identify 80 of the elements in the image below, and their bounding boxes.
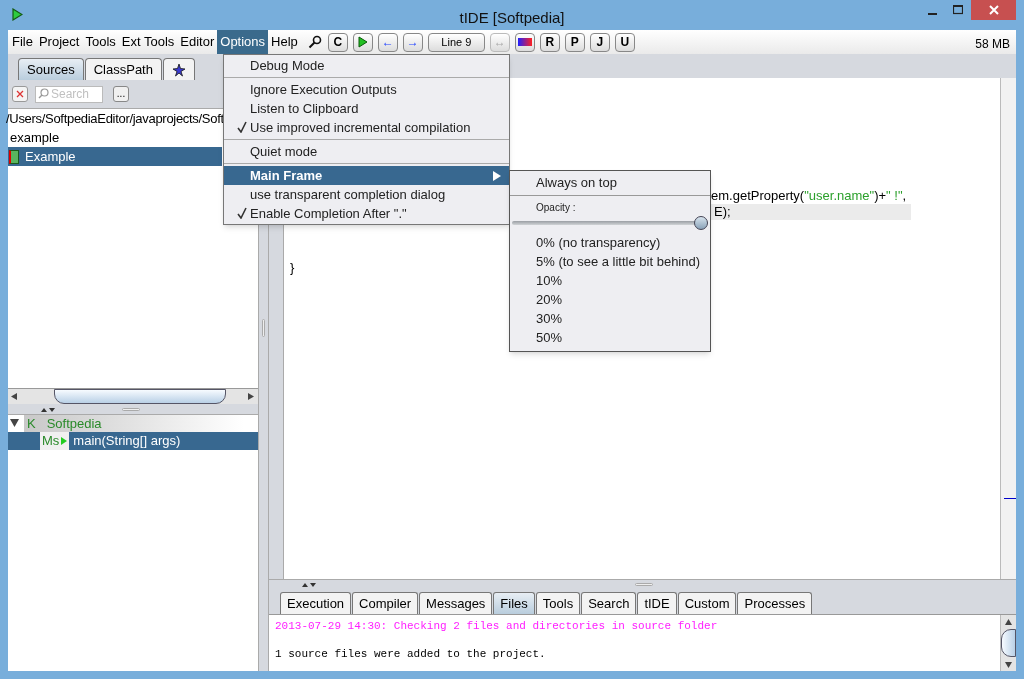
file-name: Example [25, 147, 76, 166]
tab[interactable]: Processes [737, 592, 813, 614]
down-arrow-icon[interactable] [1005, 662, 1012, 668]
toolbar-button[interactable]: R [539, 32, 560, 52]
list-item[interactable]: Example [8, 147, 222, 166]
tab[interactable]: Custom [677, 592, 737, 614]
star-icon [171, 62, 186, 77]
kind-label: Ms [42, 432, 60, 451]
toolbar-button[interactable]: J [589, 32, 610, 52]
method-name: main(String[] args) [73, 432, 181, 451]
menu-item[interactable]: 0% (no transparency) [510, 233, 710, 252]
code-line: em.getProperty("user.name")+" !", [711, 188, 907, 204]
toolbar-button[interactable]: ← [377, 32, 398, 52]
tab[interactable]: Tools [535, 592, 581, 614]
menu-item[interactable]: Debug Mode [224, 56, 509, 75]
menu-item[interactable]: 5% (to see a little bit behind) [510, 252, 710, 271]
opacity-slider[interactable] [512, 216, 708, 230]
horizontal-scrollbar[interactable] [8, 388, 258, 404]
right-arrow-icon[interactable] [248, 393, 254, 400]
color-swatch-icon [517, 38, 532, 46]
tab[interactable]: ClassPath [84, 58, 162, 80]
clear-button[interactable] [12, 86, 28, 102]
tab[interactable]: Files [493, 592, 535, 614]
close-icon [988, 5, 999, 15]
toolbar-button[interactable]: C [327, 32, 348, 52]
menu-item[interactable]: Help [268, 30, 301, 54]
code-line: } [290, 260, 295, 276]
tab[interactable]: Messages [419, 592, 493, 614]
tab[interactable]: Sources [18, 58, 84, 80]
method-icon [61, 437, 68, 445]
pin-tab[interactable] [162, 58, 195, 80]
window-title: tIDE [Softpedia] [459, 8, 565, 28]
menu-item[interactable]: Always on top [510, 171, 710, 195]
search-field[interactable]: Search [35, 85, 103, 103]
toolbar-button[interactable]: → [402, 32, 423, 52]
menu-item[interactable]: Ext Tools [118, 30, 178, 54]
menu-label: Debug Mode [250, 56, 325, 75]
left-arrow-icon[interactable] [11, 393, 17, 400]
vertical-scrollbar[interactable] [1000, 615, 1016, 671]
more-button[interactable]: ... [113, 86, 129, 102]
toolbar-button[interactable]: P [564, 32, 585, 52]
tab[interactable]: Search [581, 592, 637, 614]
menu-item[interactable]: 50% [510, 328, 710, 347]
up-arrow-icon[interactable] [1005, 619, 1012, 625]
toolbar-button[interactable]: Line 9 [427, 32, 485, 52]
menu-item[interactable]: Project [35, 30, 83, 54]
close-icon [16, 90, 24, 98]
menu-item[interactable]: 20% [510, 290, 710, 309]
color-button[interactable] [514, 32, 535, 52]
menu-item[interactable]: Main Frame [224, 166, 509, 185]
menu-item[interactable]: Options [217, 30, 269, 54]
menu-item[interactable]: Editor [177, 30, 218, 54]
search-icon[interactable] [306, 34, 323, 50]
file-icon [9, 149, 19, 164]
memory-usage: 58 MB [975, 36, 1010, 53]
play-icon [357, 36, 368, 48]
output-line: 2013-07-29 14:30: Checking 2 files and directories in source folder [275, 619, 719, 633]
menu-item[interactable]: 10% [510, 271, 710, 290]
menu-item[interactable]: Use improved incremental compilation [224, 118, 509, 137]
kind-label: K [27, 414, 36, 433]
submenu-arrow-icon [493, 171, 501, 181]
splitter-handle[interactable] [269, 579, 1016, 589]
minimize-icon [927, 12, 937, 15]
output-line: 1 source files were added to the project. [275, 647, 547, 661]
class-name: Softpedia [46, 414, 102, 433]
menu-item[interactable]: 30% [510, 309, 710, 328]
tab[interactable]: tIDE [637, 592, 677, 614]
menu-item[interactable]: Tools [82, 30, 119, 54]
search-icon [38, 88, 49, 99]
close-button[interactable] [971, 0, 1016, 20]
tab[interactable]: Compiler [352, 592, 419, 614]
menu-item[interactable]: File [9, 30, 36, 54]
toolbar-button[interactable]: U [614, 32, 635, 52]
tab[interactable]: Execution [280, 592, 352, 614]
run-button[interactable] [352, 32, 373, 52]
tree-row[interactable]: Ms main(String[] args) [8, 432, 258, 450]
expand-icon[interactable] [10, 418, 19, 427]
menu-item[interactable]: Quiet mode [224, 142, 509, 161]
app-icon [12, 8, 23, 21]
maximize-icon [953, 5, 963, 15]
